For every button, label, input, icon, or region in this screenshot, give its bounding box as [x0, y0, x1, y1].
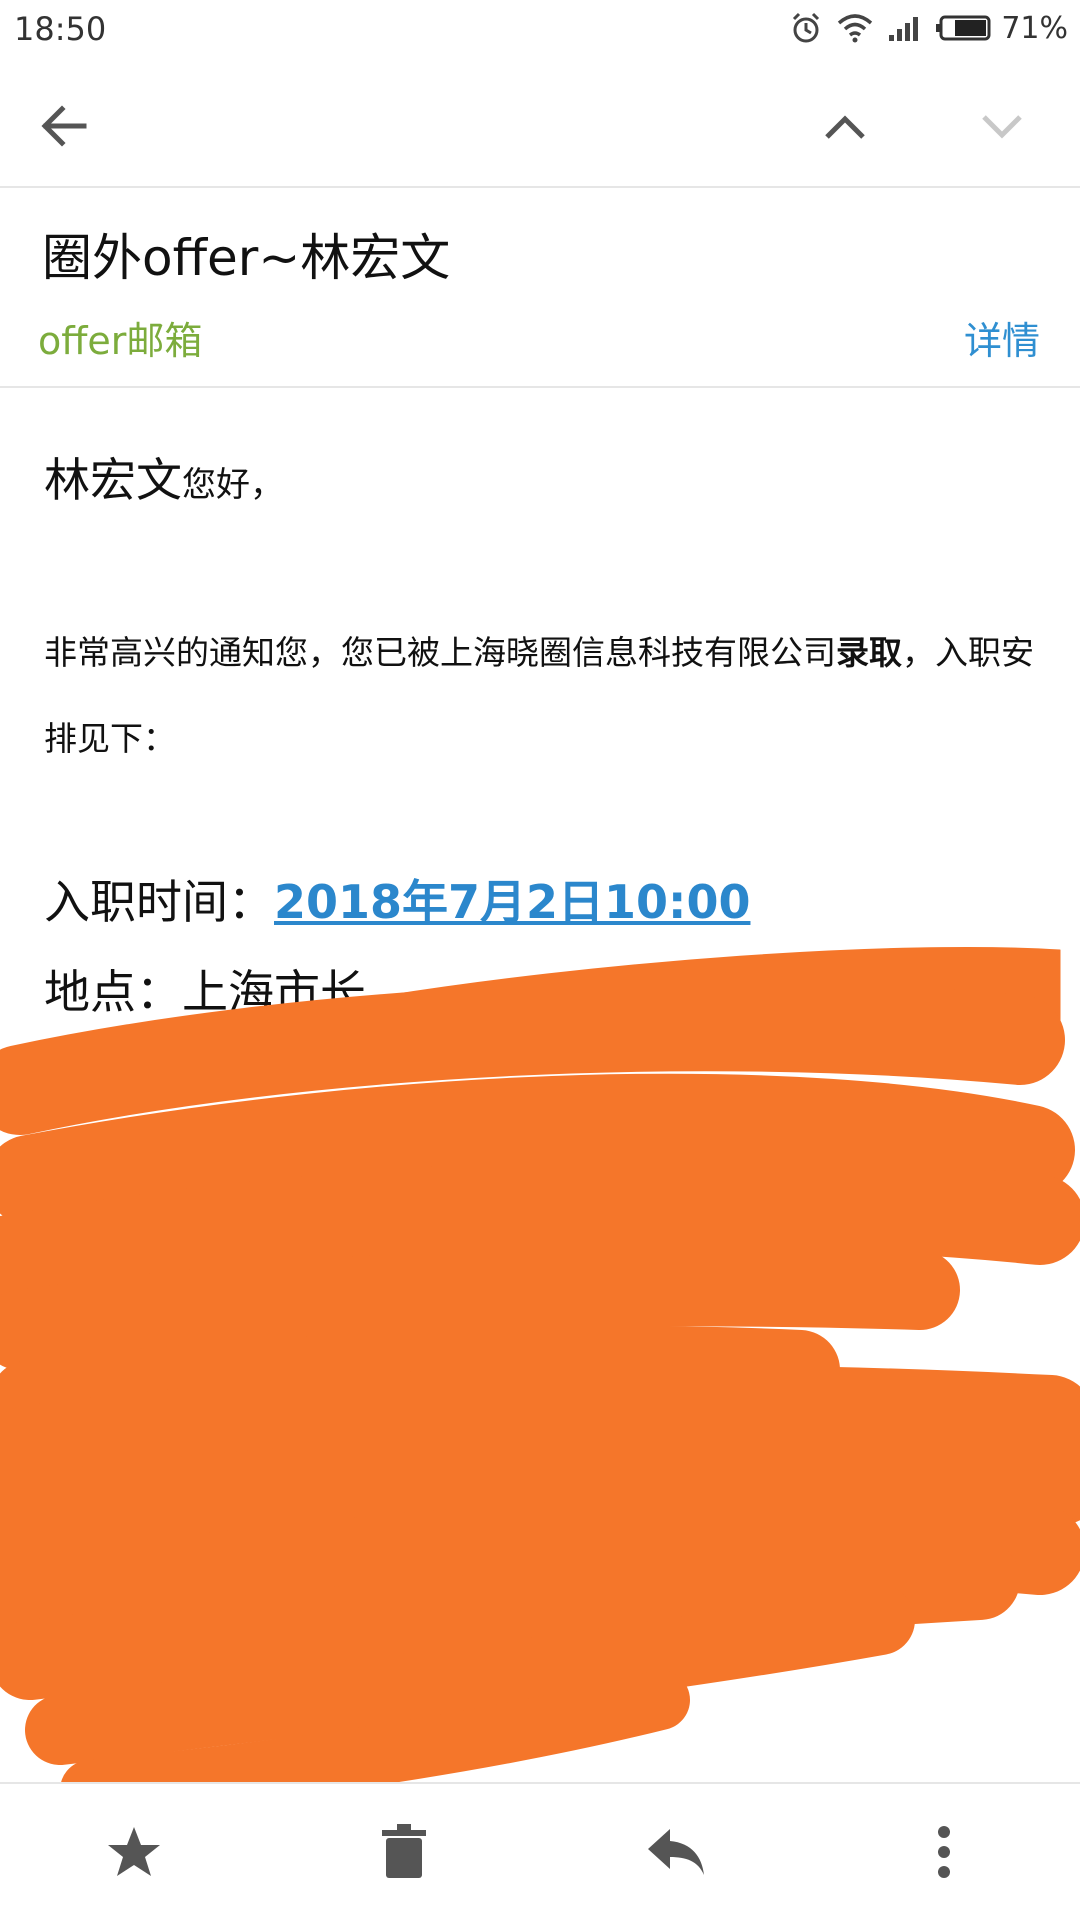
place-label: 地点：: [44, 965, 182, 1019]
reply-button[interactable]: [636, 1812, 716, 1892]
greeting-name: 林宏文: [44, 453, 182, 507]
start-time-link[interactable]: 2018年7月2日10:00: [274, 875, 750, 929]
status-icons: 71%: [789, 8, 1068, 48]
bottom-toolbar: [0, 1782, 1080, 1922]
email-body: 林宏文您好， 非常高兴的通知您，您已被上海晓圈信息科技有限公司录取，入职安排见下…: [0, 388, 1080, 1782]
chevron-up-icon: [825, 115, 865, 139]
wifi-icon: [837, 13, 873, 43]
sender-name[interactable]: offer邮箱: [38, 310, 202, 365]
greeting: 林宏文您好，: [44, 444, 284, 510]
greeting-suffix: 您好，: [182, 465, 284, 505]
paragraph-text-1: 非常高兴的通知您，您已被上海晓圈信息科技有限公司: [44, 633, 836, 672]
alarm-icon: [789, 11, 823, 45]
reply-icon: [648, 1829, 704, 1875]
more-button[interactable]: [904, 1812, 984, 1892]
app-bar: [0, 56, 1080, 188]
place-line: 地点：上海市长: [44, 956, 366, 1022]
paragraph-bold: 录取: [836, 633, 902, 672]
chevron-down-icon: [982, 115, 1022, 139]
status-bar: 18:50 71%: [0, 0, 1080, 56]
battery-icon: [933, 13, 993, 43]
back-button[interactable]: [24, 86, 104, 166]
previous-email-button[interactable]: [805, 86, 885, 166]
email-header: 圈外offer~林宏文 offer邮箱 详情: [0, 188, 1080, 388]
place-value: 上海市长: [182, 965, 366, 1019]
back-arrow-icon: [41, 105, 87, 147]
battery-percent: 71%: [1001, 10, 1068, 46]
more-vert-icon: [938, 1826, 950, 1878]
trash-icon: [382, 1824, 426, 1878]
start-time-label: 入职时间：: [44, 875, 274, 929]
delete-button[interactable]: [364, 1812, 444, 1892]
offer-paragraph: 非常高兴的通知您，您已被上海晓圈信息科技有限公司录取，入职安排见下：: [44, 610, 1034, 782]
status-time: 18:50: [14, 10, 107, 48]
start-time-line: 入职时间：2018年7月2日10:00: [44, 866, 750, 932]
signal-icon: [887, 13, 923, 43]
star-button[interactable]: [94, 1812, 174, 1892]
details-link[interactable]: 详情: [964, 310, 1040, 365]
next-email-button[interactable]: [962, 86, 1042, 166]
star-icon: [108, 1827, 160, 1876]
email-subject: 圈外offer~林宏文: [42, 229, 451, 287]
